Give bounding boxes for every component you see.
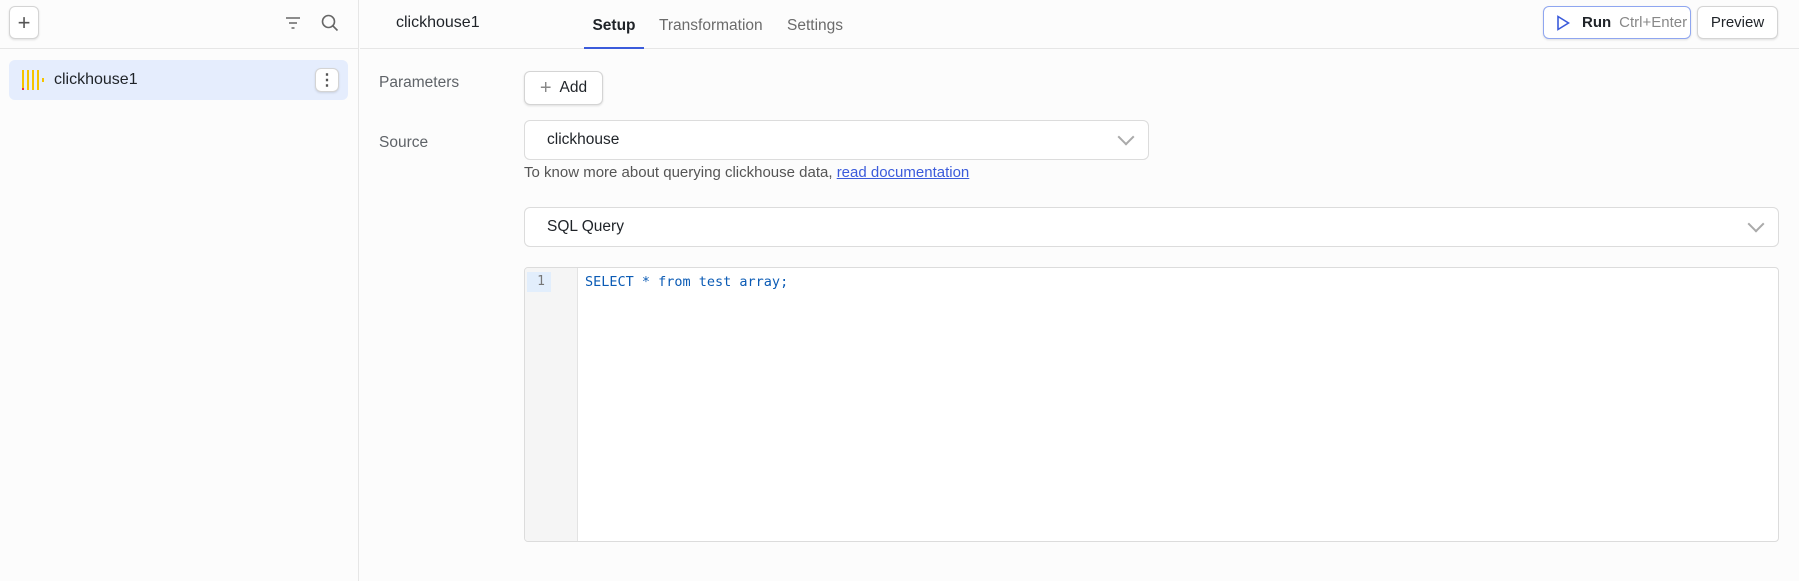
- editor-gutter: 1: [525, 268, 578, 541]
- add-label: Add: [559, 79, 588, 96]
- source-label: Source: [379, 134, 429, 151]
- clickhouse-icon: [22, 70, 44, 90]
- tab-settings[interactable]: Settings: [787, 0, 843, 49]
- run-shortcut: Ctrl+Enter: [1619, 14, 1688, 31]
- sidebar-item-clickhouse1[interactable]: clickhouse1 ⋮: [9, 60, 348, 100]
- query-mode-select[interactable]: SQL Query: [524, 207, 1779, 247]
- help-text-body: To know more about querying clickhouse d…: [524, 164, 837, 181]
- line-number: 1: [527, 272, 551, 292]
- play-icon: [1557, 14, 1570, 31]
- sidebar-header: +: [0, 0, 359, 49]
- sidebar: + clickhouse1 ⋮: [0, 0, 359, 581]
- search-icon[interactable]: [320, 13, 340, 33]
- help-text: To know more about querying clickhouse d…: [524, 164, 969, 181]
- tab-transformation[interactable]: Transformation: [659, 0, 763, 49]
- more-options-button[interactable]: ⋮: [315, 68, 339, 92]
- add-query-button[interactable]: +: [9, 6, 39, 39]
- chevron-down-icon: [1117, 128, 1135, 146]
- tab-setup[interactable]: Setup: [584, 0, 644, 49]
- add-parameter-button[interactable]: + Add: [524, 71, 603, 105]
- source-select[interactable]: clickhouse: [524, 120, 1149, 160]
- filter-icon[interactable]: [284, 14, 302, 32]
- query-mode-value: SQL Query: [547, 218, 624, 235]
- kebab-icon: ⋮: [319, 72, 335, 89]
- source-value: clickhouse: [547, 131, 620, 148]
- sidebar-item-label: clickhouse1: [54, 71, 138, 88]
- query-name[interactable]: clickhouse1: [396, 14, 480, 32]
- code-line[interactable]: SELECT * from test array;: [585, 272, 788, 292]
- query-header: clickhouse1 Setup Transformation Setting…: [360, 0, 1799, 49]
- run-label: Run: [1582, 14, 1612, 31]
- plus-icon: +: [539, 76, 552, 99]
- plus-icon: +: [17, 9, 31, 35]
- code-editor[interactable]: 1 SELECT * from test array;: [524, 267, 1779, 542]
- read-documentation-link[interactable]: read documentation: [837, 164, 970, 181]
- parameters-label: Parameters: [379, 74, 460, 91]
- run-button[interactable]: Run Ctrl+Enter: [1543, 6, 1691, 39]
- chevron-down-icon: [1747, 215, 1765, 233]
- preview-button[interactable]: Preview: [1697, 6, 1778, 39]
